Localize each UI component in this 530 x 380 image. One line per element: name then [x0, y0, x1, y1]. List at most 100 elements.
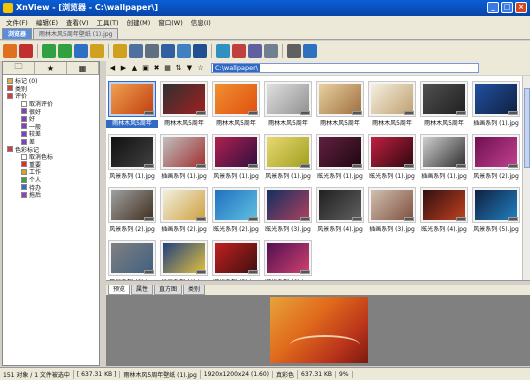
- categories-tab[interactable]: ▦: [67, 62, 99, 74]
- thumbnail-item[interactable]: 风景系列 (4).jpg: [314, 185, 366, 237]
- refresh-icon[interactable]: [42, 44, 56, 58]
- folder-icon[interactable]: [113, 44, 127, 58]
- capture-icon[interactable]: [232, 44, 246, 58]
- thumbnail-item[interactable]: 雨林木风5周年: [418, 79, 470, 131]
- sort-icon[interactable]: ⇅: [174, 64, 183, 73]
- thumbnail-item[interactable]: 风景系列 (2).jpg: [106, 185, 158, 237]
- tree-node[interactable]: 工作: [5, 168, 97, 176]
- thumbnail-item[interactable]: 插画系列 (4).jpg: [158, 238, 210, 280]
- thumbnail-item[interactable]: 眩光系列 (6).jpg: [262, 238, 314, 280]
- thumbnail-item[interactable]: 眩光系列 (4).jpg: [418, 185, 470, 237]
- thumbnail-image: [163, 84, 205, 114]
- menu-file[interactable]: 文件(F): [2, 17, 32, 27]
- batch-icon[interactable]: [248, 44, 262, 58]
- filter-icon[interactable]: ▼: [185, 64, 194, 73]
- tree-node[interactable]: 待办: [5, 183, 97, 192]
- favorites-tab[interactable]: ★: [35, 62, 67, 74]
- thumbnail-caption: 风景系列 (2).jpg: [109, 226, 155, 233]
- scrollbar-thumb[interactable]: [524, 88, 530, 168]
- thumbnail-item[interactable]: 雨林木风5周年: [106, 79, 158, 131]
- tree-node[interactable]: 一般: [5, 123, 97, 131]
- path-input[interactable]: C:\wallpaper\: [211, 63, 479, 73]
- category-tree: 标记 (0) 类别 评价 取消评价 很好好一般 较差差色彩标记 取消色标 重要 工作 个人 待办 拖后: [3, 75, 99, 201]
- close-button[interactable]: ×: [515, 2, 527, 13]
- thumbnail-image: [475, 84, 517, 114]
- thumbnail-caption: 眩光系列 (2).jpg: [213, 226, 259, 233]
- tab-image[interactable]: 雨林木风5周年壁纸 (1).jpg: [33, 28, 119, 39]
- thumbnail-frame: [212, 187, 260, 223]
- browse-icon[interactable]: [3, 44, 17, 58]
- scan-icon[interactable]: [161, 44, 175, 58]
- delete-icon[interactable]: ✖: [152, 64, 161, 73]
- help-icon[interactable]: [303, 44, 317, 58]
- folders-tab[interactable]: 🗀: [3, 62, 35, 74]
- thumbnail-item[interactable]: 风景系列 (1).jpg: [210, 132, 262, 184]
- thumbnail-item[interactable]: 插画系列 (1).jpg: [158, 132, 210, 184]
- thumbnail-item[interactable]: 眩光系列 (1).jpg: [314, 132, 366, 184]
- tab-browser[interactable]: 浏览器: [2, 28, 33, 39]
- thumbnail-frame: [264, 81, 312, 117]
- print-icon[interactable]: [145, 44, 159, 58]
- tree-node[interactable]: 取消色标: [5, 153, 97, 161]
- up-folder-icon[interactable]: ▲: [130, 64, 139, 73]
- menu-info[interactable]: 信息(I): [187, 17, 215, 27]
- rotate-icon[interactable]: [90, 44, 104, 58]
- new-folder-icon[interactable]: ▣: [141, 64, 150, 73]
- thumbnail-item[interactable]: 雨林木风5周年: [210, 79, 262, 131]
- rating-filter-icon[interactable]: ☆: [196, 64, 205, 73]
- minimize-button[interactable]: _: [487, 2, 499, 13]
- mail-icon[interactable]: [177, 44, 191, 58]
- thumbnail-item[interactable]: 雨林木风5周年: [314, 79, 366, 131]
- document-tabs: 浏览器 雨林木风5周年壁纸 (1).jpg: [0, 28, 530, 40]
- thumbnail-item[interactable]: 眩光系列 (3).jpg: [262, 185, 314, 237]
- convert-icon[interactable]: [264, 44, 278, 58]
- back-icon[interactable]: [74, 44, 88, 58]
- menu-view[interactable]: 查看(V): [62, 17, 93, 27]
- tab-histogram[interactable]: 直方图: [154, 285, 183, 295]
- settings-icon[interactable]: [287, 44, 301, 58]
- menu-edit[interactable]: 编辑(E): [32, 17, 62, 27]
- slideshow-icon[interactable]: [193, 44, 207, 58]
- thumbnail-item[interactable]: 雨林木风5周年: [366, 79, 418, 131]
- thumbnail-item[interactable]: 眩光系列 (1).jpg: [366, 132, 418, 184]
- menu-window[interactable]: 窗口(W): [154, 17, 187, 27]
- menu-create[interactable]: 创建(M): [123, 17, 155, 27]
- thumbnail-item[interactable]: 风景系列 (1).jpg: [106, 132, 158, 184]
- tab-properties[interactable]: 属性: [131, 285, 154, 295]
- web-icon[interactable]: [216, 44, 230, 58]
- thumbnail-item[interactable]: 风景系列 (5).jpg: [470, 185, 522, 237]
- thumbnail-item[interactable]: 插画系列 (2).jpg: [158, 185, 210, 237]
- thumbnail-item[interactable]: 风景系列 (6).jpg: [106, 238, 158, 280]
- fullscreen-icon[interactable]: [19, 44, 33, 58]
- tree-node[interactable]: 较差: [5, 130, 97, 138]
- thumbnail-item[interactable]: 眩光系列 (2).jpg: [210, 185, 262, 237]
- preview-image: [270, 297, 368, 363]
- tag-icon: [21, 176, 27, 183]
- forward-icon[interactable]: ▶: [119, 64, 128, 73]
- thumbnail-item[interactable]: 眩光系列 (5).jpg: [210, 238, 262, 280]
- tag-icon: [21, 115, 27, 122]
- tab-categories[interactable]: 类别: [183, 285, 206, 295]
- maximize-button[interactable]: □: [501, 2, 513, 13]
- copy-icon[interactable]: [129, 44, 143, 58]
- thumbnail-item[interactable]: 雨林木风5周年: [262, 79, 314, 131]
- thumbnail-item[interactable]: 雨林木风5周年: [158, 79, 210, 131]
- forward-icon[interactable]: [58, 44, 72, 58]
- tree-node[interactable]: 好: [5, 115, 97, 123]
- thumbnail-item[interactable]: 插画系列 (1).jpg: [470, 79, 522, 131]
- thumbnail-item[interactable]: 风景系列 (2).jpg: [470, 132, 522, 184]
- tree-node[interactable]: 很好: [5, 107, 97, 116]
- back-icon[interactable]: ◀: [108, 64, 117, 73]
- tree-node[interactable]: 重要: [5, 161, 97, 169]
- thumbnail-item[interactable]: 风景系列 (1).jpg: [262, 132, 314, 184]
- tab-preview[interactable]: 预览: [108, 285, 131, 295]
- thumbnail-item[interactable]: 插画系列 (1).jpg: [418, 132, 470, 184]
- view-mode-icon[interactable]: ▦: [163, 64, 172, 73]
- vertical-splitter[interactable]: [101, 61, 105, 366]
- tree-node[interactable]: 取消评价: [5, 100, 97, 108]
- tree-node[interactable]: 个人: [5, 176, 97, 184]
- tree-node[interactable]: 拖后: [5, 191, 97, 199]
- menu-tools[interactable]: 工具(T): [93, 17, 123, 27]
- thumbnail-item[interactable]: 插画系列 (3).jpg: [366, 185, 418, 237]
- thumbnail-scrollbar[interactable]: [522, 76, 530, 280]
